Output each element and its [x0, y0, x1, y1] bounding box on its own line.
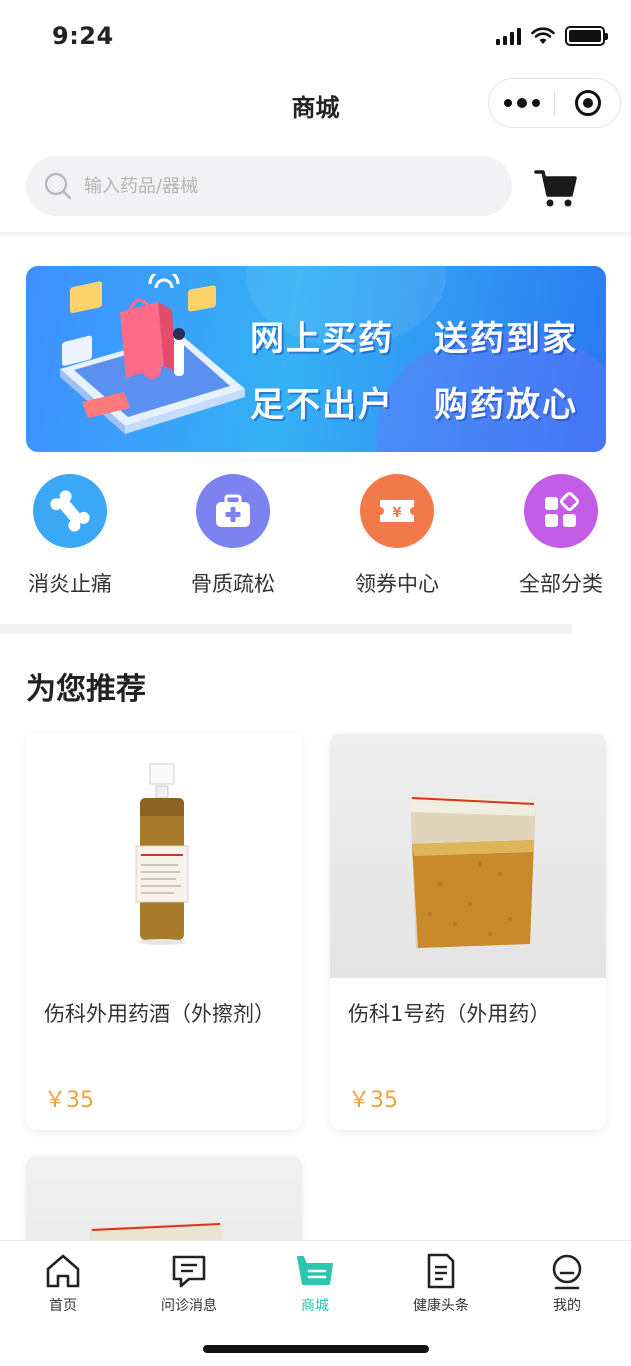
- category-anti-inflammatory[interactable]: 消炎止痛: [5, 474, 135, 598]
- header-shadow: [0, 232, 631, 238]
- category-label: 领券中心: [355, 572, 439, 596]
- coupon-icon: ¥: [360, 474, 434, 548]
- battery-icon: [565, 26, 608, 46]
- tab-label: 健康头条: [413, 1298, 469, 1314]
- home-indicator: [203, 1345, 429, 1353]
- svg-text:¥: ¥: [392, 506, 401, 521]
- search-icon: [44, 172, 72, 200]
- tab-label: 问诊消息: [161, 1298, 217, 1314]
- status-time: 9:24: [52, 22, 114, 50]
- search-row: [0, 156, 631, 218]
- banner-slogan: 网上买药 送药到家 足不出户 购药放心: [250, 306, 578, 438]
- online-pharmacy-illustration: [60, 274, 245, 434]
- grid-icon: [524, 474, 598, 548]
- news-icon: [419, 1251, 463, 1291]
- tab-mall[interactable]: 商城: [260, 1251, 370, 1315]
- nav-bar: 商城: [0, 72, 631, 136]
- cart-button[interactable]: [534, 166, 578, 210]
- home-icon: [41, 1251, 85, 1291]
- status-bar: 9:24: [0, 0, 631, 72]
- tab-label: 首页: [49, 1298, 77, 1314]
- product-image: [330, 734, 606, 978]
- herbal-powder-bag-image: [410, 794, 536, 948]
- search-box[interactable]: [26, 156, 512, 216]
- cellular-signal-icon: [496, 27, 521, 45]
- medicine-bottle-image: [135, 763, 189, 945]
- profile-icon: [545, 1251, 589, 1291]
- mini-program-capsule: [488, 78, 621, 128]
- product-price: ￥35: [44, 1088, 94, 1113]
- category-all[interactable]: 全部分类: [496, 474, 626, 598]
- category-osteoporosis[interactable]: 骨质疏松: [168, 474, 298, 598]
- target-icon: [574, 90, 601, 116]
- close-mini-program-button[interactable]: [555, 90, 620, 116]
- product-image: [26, 734, 302, 978]
- section-divider: [0, 624, 572, 634]
- promo-banner[interactable]: 网上买药 送药到家 足不出户 购药放心: [26, 266, 606, 452]
- banner-text: 购药放心: [434, 385, 578, 425]
- medical-kit-icon: [196, 474, 270, 548]
- chat-icon: [167, 1251, 211, 1291]
- tab-health-news[interactable]: 健康头条: [386, 1251, 496, 1315]
- tab-consultation-messages[interactable]: 问诊消息: [134, 1251, 244, 1315]
- category-label: 全部分类: [519, 572, 603, 596]
- product-card[interactable]: 伤科外用药酒（外擦剂） ￥35: [26, 734, 302, 1130]
- category-coupon-center[interactable]: ¥ 领券中心: [332, 474, 462, 598]
- search-input[interactable]: [84, 175, 464, 197]
- wifi-icon: [531, 27, 555, 44]
- section-title: 为您推荐: [26, 672, 146, 707]
- banner-text: 足不出户: [250, 385, 394, 425]
- shopping-cart-icon: [534, 170, 577, 207]
- banner-text: 网上买药: [250, 319, 394, 359]
- tab-profile[interactable]: 我的: [512, 1251, 622, 1315]
- product-card[interactable]: 伤科1号药（外用药） ￥35: [330, 734, 606, 1130]
- product-price: ￥35: [348, 1088, 398, 1113]
- more-options-button[interactable]: [489, 98, 554, 108]
- category-row: 消炎止痛 骨质疏松 ¥ 领券中心 全部分类: [0, 474, 631, 604]
- product-name: 伤科外用药酒（外擦剂）: [44, 1002, 275, 1026]
- category-label: 消炎止痛: [28, 572, 112, 596]
- tab-home[interactable]: 首页: [8, 1251, 118, 1315]
- mall-icon: [293, 1251, 337, 1291]
- bone-joint-icon: [33, 474, 107, 548]
- banner-text: 送药到家: [434, 319, 578, 359]
- tab-label: 商城: [301, 1298, 329, 1314]
- tab-label: 我的: [553, 1298, 581, 1314]
- product-name: 伤科1号药（外用药）: [348, 1002, 551, 1026]
- status-icons: [496, 26, 608, 46]
- category-label: 骨质疏松: [191, 572, 275, 596]
